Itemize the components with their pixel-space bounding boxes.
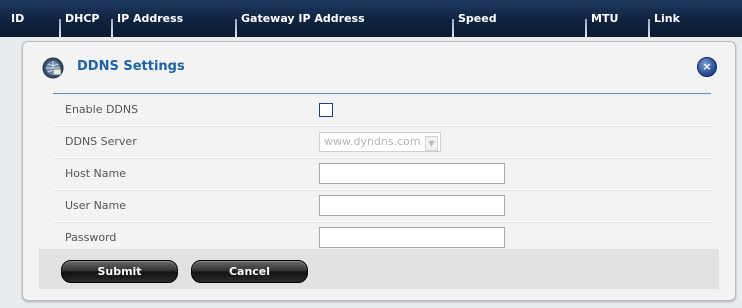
column-separator [585, 19, 587, 37]
column-header-mtu[interactable]: MTU [585, 0, 619, 37]
dialog-title: DDNS Settings [77, 59, 185, 74]
enable-ddns-checkbox[interactable] [319, 102, 333, 117]
close-button[interactable]: × [697, 57, 717, 77]
settings-form: Enable DDNS DDNS Server www.dyndns.com ▼… [53, 94, 711, 254]
column-header-label: DHCP [65, 12, 100, 25]
column-separator [452, 19, 454, 37]
form-row-host-name: Host Name [53, 158, 711, 190]
column-header-label: MTU [591, 12, 619, 25]
host-name-input[interactable] [319, 163, 505, 184]
column-header-label: IP Address [117, 12, 184, 25]
network-globe-icon [42, 57, 64, 79]
column-header-gateway[interactable]: Gateway IP Address [235, 0, 365, 37]
chevron-down-icon: ▼ [425, 135, 438, 151]
column-header-id[interactable]: ID [9, 0, 24, 37]
column-header-speed[interactable]: Speed [452, 0, 497, 37]
host-name-label: Host Name [65, 167, 126, 180]
table-header-bar: ID DHCP IP Address Gateway IP Address Sp… [0, 0, 742, 37]
dialog-footer: Submit Cancel [39, 249, 719, 289]
cancel-button[interactable]: Cancel [191, 260, 308, 283]
column-separator [235, 19, 237, 37]
ddns-settings-dialog: DDNS Settings × Enable DDNS DDNS Server … [22, 41, 736, 301]
column-header-ip-address[interactable]: IP Address [111, 0, 184, 37]
column-separator [59, 19, 61, 37]
ddns-server-value: www.dyndns.com [324, 135, 421, 148]
column-header-label: Speed [458, 12, 497, 25]
enable-ddns-label: Enable DDNS [65, 103, 139, 116]
ddns-server-select[interactable]: www.dyndns.com ▼ [319, 131, 441, 152]
column-separator [111, 19, 113, 37]
form-row-enable-ddns: Enable DDNS [53, 94, 711, 126]
password-input[interactable] [319, 227, 505, 248]
form-row-user-name: User Name [53, 190, 711, 222]
column-header-label: ID [11, 12, 25, 25]
column-header-link[interactable]: Link [648, 0, 680, 37]
ddns-server-label: DDNS Server [65, 135, 137, 148]
column-header-label: Gateway IP Address [241, 12, 365, 25]
column-header-label: Link [654, 12, 680, 25]
submit-button[interactable]: Submit [61, 260, 178, 283]
column-header-dhcp[interactable]: DHCP [59, 0, 100, 37]
form-row-ddns-server: DDNS Server www.dyndns.com ▼ [53, 126, 711, 158]
user-name-label: User Name [65, 199, 127, 212]
user-name-input[interactable] [319, 195, 505, 216]
column-separator [648, 19, 650, 37]
